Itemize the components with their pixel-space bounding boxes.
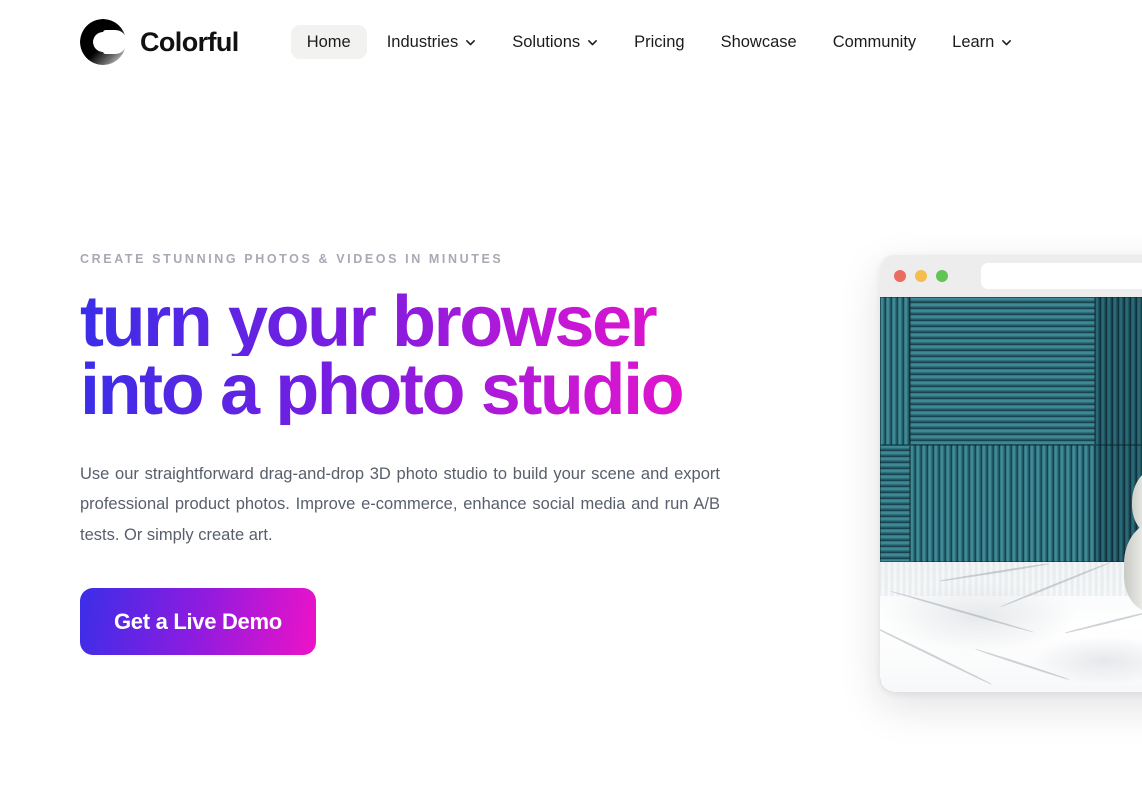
browser-mockup-window: [880, 255, 1142, 692]
maximize-dot-green[interactable]: [936, 270, 948, 282]
white-ceramic-vase: [1120, 383, 1142, 633]
minimize-dot-yellow[interactable]: [915, 270, 927, 282]
marble-floor: [880, 562, 1142, 692]
browser-url-bar[interactable]: [981, 263, 1142, 289]
hero-headline: turn your browser into a photo studio: [80, 286, 740, 427]
hero-description: Use our straightforward drag-and-drop 3D…: [80, 464, 720, 544]
floor-reflection: [880, 562, 1142, 596]
fluted-tile-wall: [880, 297, 1142, 562]
get-a-live-demo-button[interactable]: Get a Live Demo: [80, 588, 316, 656]
hero-section: CREATE STUNNING PHOTOS & VIDEOS IN MINUT…: [0, 0, 1142, 791]
hero-headline-line-1: turn your browser: [80, 286, 740, 358]
hero-headline-line-2: into a photo studio: [80, 354, 740, 426]
browser-chrome-bar: [880, 255, 1142, 297]
browser-viewport-scene: [880, 297, 1142, 692]
close-dot-red[interactable]: [894, 270, 906, 282]
hero-eyebrow: CREATE STUNNING PHOTOS & VIDEOS IN MINUT…: [80, 252, 504, 266]
hero-copy-column: CREATE STUNNING PHOTOS & VIDEOS IN MINUT…: [80, 252, 740, 656]
